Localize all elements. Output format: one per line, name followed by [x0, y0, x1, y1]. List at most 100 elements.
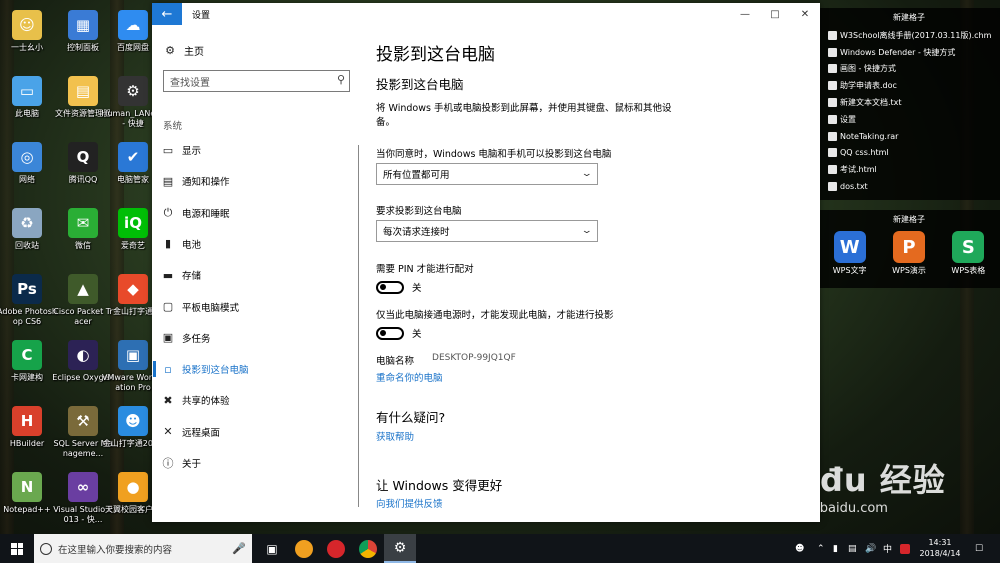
notification-center-icon[interactable]: ☐ — [975, 534, 983, 563]
file-item[interactable]: QQ css.html — [818, 145, 1000, 162]
nav-item-label: 多任务 — [182, 333, 211, 345]
settings-search: ⚲ — [163, 70, 350, 93]
nav-item-icon: ✕ — [163, 425, 173, 439]
allow-projection-select[interactable]: 所有位置都可用 ⌄ — [376, 163, 598, 185]
minimize-icon: — — [740, 8, 750, 20]
minimize-button[interactable]: — — [730, 5, 760, 23]
volume-icon[interactable]: 🔊 — [865, 534, 876, 563]
nav-group-label: 系统 — [163, 121, 183, 132]
taskbar-app-music[interactable] — [320, 534, 352, 563]
back-button[interactable]: ← — [152, 3, 182, 25]
nav-home-label: 主页 — [184, 47, 204, 58]
nav-item[interactable]: ▮ 电池 — [152, 231, 358, 257]
close-button[interactable]: ✕ — [790, 5, 820, 23]
network-icon[interactable]: ▤ — [848, 534, 857, 563]
taskbar-app-settings[interactable]: ⚙ — [384, 534, 416, 563]
app-icon: ● — [118, 472, 148, 502]
nav-item[interactable]: ▣ 多任务 — [152, 325, 358, 351]
rename-pc-link[interactable]: 重命名你的电脑 — [376, 370, 443, 384]
maximize-button[interactable]: □ — [760, 5, 790, 23]
search-icon[interactable]: ⚲ — [337, 73, 345, 86]
nav-item[interactable]: ▫ 投影到这台电脑 — [152, 356, 358, 382]
app-icon: ▲ — [68, 274, 98, 304]
nav-item[interactable]: ▭ 显示 — [152, 137, 358, 163]
nav-item[interactable]: ▢ 平板电脑模式 — [152, 294, 358, 320]
app-icon: ◆ — [118, 274, 148, 304]
tray-overflow-icon[interactable]: ⌃ — [817, 534, 825, 563]
back-arrow-icon: ← — [161, 6, 173, 22]
nav-item-label: 共享的体验 — [182, 396, 230, 408]
battery-icon[interactable]: ▮ — [833, 534, 838, 563]
pin-toggle[interactable] — [376, 280, 404, 294]
wps-app[interactable]: P WPS演示 — [884, 229, 934, 276]
watermark-url: jingyan.baidu.com — [768, 501, 888, 516]
nav-item-label: 平板电脑模式 — [182, 302, 240, 314]
file-item[interactable]: W3School离线手册(2017.03.11版).chm — [818, 27, 1000, 44]
file-item[interactable]: Windows Defender - 快捷方式 — [818, 44, 1000, 61]
taskbar-search[interactable]: 在这里输入你要搜索的内容 🎤 — [34, 534, 252, 563]
nav-item[interactable]: ▤ 通知和操作 — [152, 168, 358, 194]
watermark-logo: Baiđu 经验 — [760, 461, 946, 499]
improve-title: 让 Windows 变得更好 — [376, 478, 503, 493]
wps-app-icon: W — [833, 231, 866, 263]
file-name: 助学申请表.doc — [840, 81, 897, 91]
file-item[interactable]: 画图 - 快捷方式 — [818, 61, 1000, 78]
nav-item[interactable]: ✖ 共享的体验 — [152, 387, 358, 413]
app-icon: H — [12, 406, 42, 436]
app-icon: ▤ — [68, 76, 98, 106]
settings-nav: ⚙ 主页 ⚲ 系统 ▭ 显示 ▤ 通知和操作 ⏻ 电源和睡眠 ▮ 电池 ▬ 存储 ▢ 平板电脑模式 ▣ 多… — [152, 25, 358, 522]
window-title: 设置 — [192, 11, 211, 21]
wps-app[interactable]: S WPS表格 — [943, 229, 993, 276]
ask-projection-label: 要求投影到这台电脑 — [376, 206, 462, 217]
file-item[interactable]: 新建文本文档.txt — [818, 94, 1000, 111]
people-icon[interactable]: ☻ — [795, 534, 804, 563]
nav-item-label: 显示 — [182, 146, 202, 157]
chevron-down-icon: ⌄ — [581, 226, 594, 236]
microphone-icon[interactable]: 🎤 — [232, 542, 246, 555]
app-icon: ▦ — [68, 10, 98, 40]
nav-item[interactable]: ⏻ 电源和睡眠 — [152, 200, 358, 226]
file-icon — [828, 165, 837, 175]
start-button[interactable] — [0, 534, 34, 563]
file-name: QQ css.html — [840, 148, 889, 158]
wps-app-icon: S — [952, 231, 985, 263]
file-name: 设置 — [840, 114, 856, 124]
file-item[interactable]: 考试.html — [818, 161, 1000, 178]
file-item[interactable]: 设置 — [818, 111, 1000, 128]
chrome-icon — [359, 539, 377, 558]
task-view-button[interactable]: ▣ — [256, 534, 288, 563]
file-icon — [828, 30, 837, 40]
nav-item[interactable]: ⓘ 关于 — [152, 450, 358, 476]
file-item[interactable]: 助学申请表.doc — [818, 77, 1000, 94]
baidu-watermark: Baiđu 经验 jingyan.baidu.com — [760, 455, 960, 535]
file-name: 画图 - 快捷方式 — [840, 64, 896, 74]
power-toggle-state: 关 — [412, 329, 422, 340]
nav-item[interactable]: ▬ 存储 — [152, 262, 358, 288]
section-title: 投影到这台电脑 — [376, 77, 464, 92]
question-title: 有什么疑问? — [376, 410, 446, 425]
ime-indicator[interactable]: 中 — [883, 534, 892, 563]
file-name: NoteTaking.rar — [840, 131, 899, 141]
scrollbar[interactable] — [358, 145, 359, 507]
nav-item-label: 关于 — [182, 459, 202, 470]
search-input[interactable] — [170, 74, 330, 93]
file-item[interactable]: dos.txt — [818, 178, 1000, 195]
app-icon: ☺ — [12, 10, 42, 40]
nav-item-icon: ⓘ — [162, 457, 174, 470]
taskbar-app-tianyi[interactable] — [288, 534, 320, 563]
antivirus-tray-icon[interactable] — [900, 534, 910, 563]
nav-item[interactable]: ✕ 远程桌面 — [152, 419, 358, 445]
wps-app[interactable]: W WPS文字 — [825, 229, 875, 276]
toggle-knob — [380, 284, 386, 290]
taskbar-clock[interactable]: 14:31 2018/4/14 — [915, 537, 965, 559]
power-toggle[interactable] — [376, 326, 404, 340]
feedback-link[interactable]: 向我们提供反馈 — [376, 496, 443, 510]
cortana-icon — [40, 542, 52, 555]
file-item[interactable]: NoteTaking.rar — [818, 128, 1000, 145]
get-help-link[interactable]: 获取帮助 — [376, 429, 414, 443]
ask-projection-select[interactable]: 每次请求连接时 ⌄ — [376, 220, 598, 242]
nav-home[interactable]: ⚙ 主页 — [162, 43, 204, 58]
taskbar-app-chrome[interactable] — [352, 534, 384, 563]
nav-item-icon: ▤ — [162, 174, 174, 188]
app-icon: Q — [68, 142, 98, 172]
